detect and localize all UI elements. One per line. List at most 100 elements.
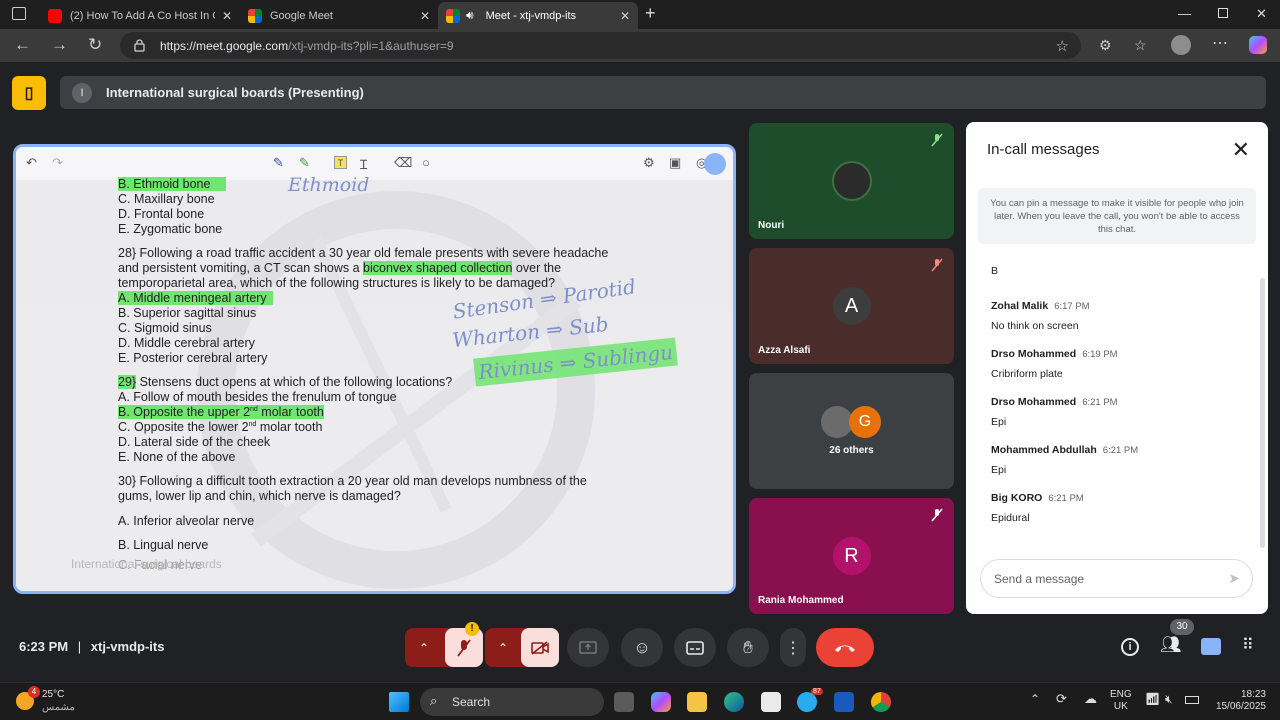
shared-screen[interactable]: ↶ ↷ ✎ ✎ T Ɪ ⌫ ○ ⚙ ▣ ◎ B. Ethmoid bone C.… bbox=[13, 144, 736, 594]
audio-options-button[interactable]: ⌃ ! bbox=[405, 622, 483, 667]
tab-meet-call[interactable]: 🔊︎ Meet - xtj-vmdp-its ✕ bbox=[438, 2, 638, 29]
mic-muted-icon bbox=[931, 508, 943, 522]
search-icon: ⌕ bbox=[430, 693, 438, 708]
url-field[interactable]: https://meet.google.com/xtj-vmdp-its?pli… bbox=[120, 32, 1081, 59]
slide-line: 30} Following a difficult tooth extracti… bbox=[118, 474, 587, 488]
eraser-icon[interactable]: ⌫ bbox=[394, 155, 412, 171]
meeting-details-icon[interactable]: i bbox=[1121, 638, 1139, 656]
chat-message: Drso Mohammed 6:19 PM Cribriform plate bbox=[991, 348, 1118, 380]
avatar bbox=[831, 161, 872, 201]
slide-line: B. Superior sagittal sinus bbox=[118, 306, 257, 320]
chrome-icon[interactable] bbox=[871, 692, 891, 712]
show-hidden-icons[interactable]: ⌃ bbox=[1030, 692, 1040, 706]
more-menu-icon[interactable]: ⋯ bbox=[1212, 33, 1228, 53]
site-info-icon[interactable] bbox=[134, 39, 145, 52]
slide-line: over the bbox=[512, 261, 562, 275]
task-view-icon[interactable] bbox=[614, 692, 634, 712]
leave-call-button[interactable] bbox=[816, 628, 874, 667]
copilot-app-icon[interactable] bbox=[651, 692, 671, 712]
highlighter-icon[interactable]: ✎ bbox=[299, 155, 310, 171]
sync-icon[interactable]: ⟳ bbox=[1056, 691, 1067, 707]
captions-button[interactable] bbox=[674, 628, 716, 667]
participant-name: Azza Alsafi bbox=[758, 345, 811, 356]
send-icon[interactable]: ➤ bbox=[1228, 570, 1240, 587]
slide-line: E. Zygomatic bone bbox=[118, 222, 223, 236]
edge-icon[interactable] bbox=[724, 692, 744, 712]
settings-icon[interactable]: ⚙ bbox=[643, 155, 655, 171]
slide-watermark: International surgical boards bbox=[71, 557, 222, 571]
extensions-icon[interactable]: ⚙ bbox=[1099, 37, 1112, 54]
tab-actions-icon[interactable] bbox=[12, 7, 26, 20]
close-tab-icon[interactable]: ✕ bbox=[222, 9, 232, 23]
chat-scrollbar[interactable] bbox=[1260, 278, 1265, 548]
weather-temp: 25°C bbox=[42, 689, 65, 700]
mic-toggle-button[interactable] bbox=[445, 628, 483, 667]
store-icon[interactable] bbox=[761, 692, 781, 712]
file-explorer-icon[interactable] bbox=[687, 692, 707, 712]
close-tab-icon[interactable]: ✕ bbox=[620, 9, 630, 23]
avatar: A bbox=[832, 287, 871, 325]
people-icon[interactable]: 👥︎ bbox=[1160, 635, 1182, 655]
participant-name: 26 others bbox=[829, 445, 874, 456]
save-icon[interactable]: ▣ bbox=[669, 155, 681, 171]
handwritten-annotation: Ethmoid bbox=[288, 174, 370, 196]
weather-badge: 4 bbox=[28, 686, 40, 698]
reactions-button[interactable]: ☺ bbox=[621, 628, 663, 667]
camera-toggle-button[interactable] bbox=[521, 628, 559, 667]
text-tool-icon[interactable]: Ɪ bbox=[360, 155, 367, 173]
language-indicator[interactable]: ENG UK bbox=[1110, 689, 1132, 713]
present-screen-button[interactable] bbox=[567, 628, 609, 667]
forward-icon[interactable]: → bbox=[51, 35, 68, 55]
favorites-icon[interactable]: ☆ bbox=[1134, 37, 1147, 54]
video-options-button[interactable]: ⌃ bbox=[485, 628, 559, 667]
reload-icon[interactable]: ↻ bbox=[88, 35, 102, 55]
activities-icon[interactable]: ⠿ bbox=[1242, 635, 1254, 655]
speaker-icon[interactable]: 🔊︎ bbox=[466, 8, 474, 23]
more-options-button[interactable]: ⋮ bbox=[780, 628, 806, 667]
close-window-icon[interactable]: ✕ bbox=[1256, 6, 1267, 22]
close-tab-icon[interactable]: ✕ bbox=[420, 9, 430, 23]
battery-icon[interactable] bbox=[1185, 696, 1199, 704]
sticky-note-icon[interactable]: T bbox=[334, 156, 347, 169]
others-tile[interactable]: G 26 others bbox=[749, 373, 954, 489]
wifi-icon[interactable]: 📶︎ bbox=[1145, 692, 1160, 706]
word-icon[interactable] bbox=[834, 692, 854, 712]
shape-icon[interactable]: ○ bbox=[422, 155, 430, 170]
participant-name: Nouri bbox=[758, 220, 785, 231]
slide-line: and persistent vomiting, a CT scan shows… bbox=[118, 261, 364, 275]
favorite-star-icon[interactable]: ☆ bbox=[1056, 37, 1069, 55]
tab-youtube[interactable]: (2) How To Add A Co Host In Goo ✕ bbox=[40, 2, 240, 29]
mic-off-icon bbox=[457, 638, 471, 657]
taskbar-search[interactable]: ⌕ Search bbox=[420, 688, 604, 716]
redo-icon[interactable]: ↷ bbox=[52, 155, 63, 171]
pen-icon[interactable]: ✎ bbox=[273, 155, 284, 171]
back-icon[interactable]: ← bbox=[14, 35, 31, 55]
new-tab-button[interactable]: + bbox=[645, 3, 656, 24]
copilot-icon[interactable] bbox=[1249, 36, 1267, 54]
minimize-icon[interactable]: — bbox=[1178, 6, 1191, 21]
slide-line: D. Lateral side of the cheek bbox=[118, 435, 271, 449]
telegram-icon[interactable] bbox=[797, 692, 817, 712]
participant-tile[interactable]: R Rania Mohammed bbox=[749, 498, 954, 614]
start-button[interactable] bbox=[389, 692, 409, 712]
system-clock[interactable]: 18:23 15/06/2025 bbox=[1210, 689, 1266, 713]
slide-line: E. None of the above bbox=[118, 450, 236, 464]
participant-tile[interactable]: A Azza Alsafi bbox=[749, 248, 954, 364]
end-call-icon bbox=[835, 645, 855, 652]
participant-tile[interactable]: Nouri bbox=[749, 123, 954, 239]
profile-avatar[interactable] bbox=[1171, 35, 1191, 55]
camera-off-icon bbox=[531, 640, 549, 655]
slide-line: B. Lingual nerve bbox=[118, 538, 209, 552]
chat-icon[interactable] bbox=[1201, 638, 1221, 655]
tab-google-meet[interactable]: Google Meet ✕ bbox=[240, 2, 438, 29]
onedrive-icon[interactable]: ☁ bbox=[1084, 691, 1097, 707]
slide-line: gums, lower lip and chin, which nerve is… bbox=[118, 489, 401, 503]
undo-icon[interactable]: ↶ bbox=[26, 155, 37, 171]
send-message-input[interactable]: Send a message ➤ bbox=[980, 559, 1253, 598]
more-vert-icon: ⋮ bbox=[785, 639, 801, 657]
maximize-icon[interactable] bbox=[1218, 8, 1228, 18]
raise-hand-button[interactable]: ✋︎ bbox=[727, 628, 769, 667]
mic-muted-icon bbox=[931, 133, 943, 147]
volume-icon[interactable]: 🔇︎ bbox=[1165, 692, 1173, 707]
close-icon[interactable]: ✕ bbox=[1232, 137, 1250, 163]
